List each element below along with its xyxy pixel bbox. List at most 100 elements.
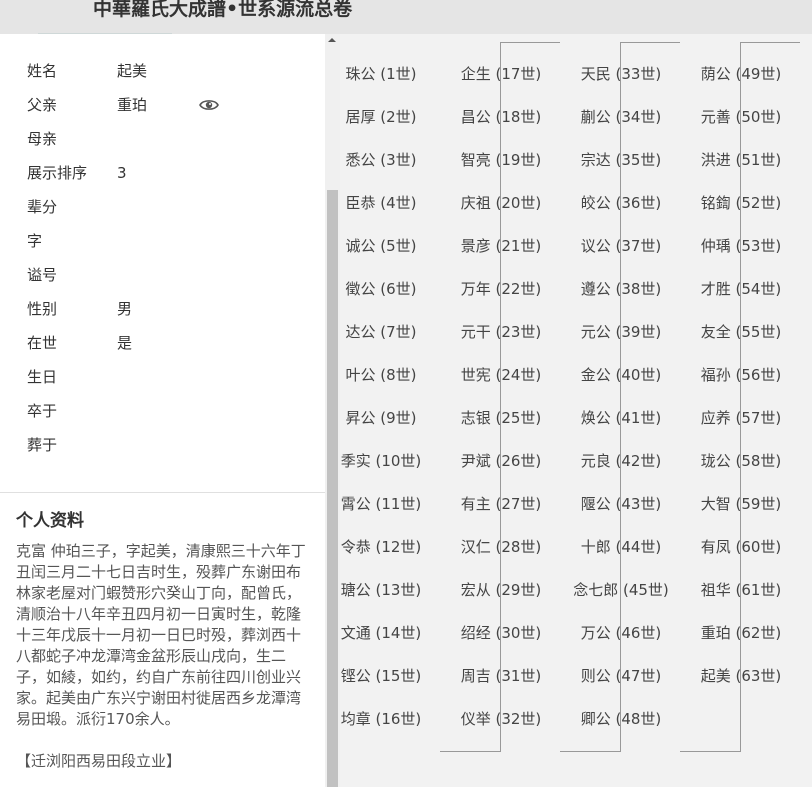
generation-item[interactable]: 有凤 (60世) (681, 536, 801, 558)
generation-item[interactable]: 起美 (63世) (681, 665, 801, 687)
generation-item[interactable]: 宗达 (35世) (561, 149, 681, 171)
generation-item[interactable]: 霄公 (11世) (321, 493, 441, 515)
generation-item[interactable]: 金公 (40世) (561, 364, 681, 386)
generation-item[interactable]: 友全 (55世) (681, 321, 801, 343)
info-label: 母亲 (27, 130, 58, 148)
generation-item[interactable]: 大智 (59世) (681, 493, 801, 515)
info-label: 谥号 (27, 266, 58, 284)
info-label: 辈分 (27, 198, 58, 216)
info-row: 姓名 起美 (27, 60, 317, 82)
generation-item[interactable]: 则公 (47世) (561, 665, 681, 687)
generation-item[interactable]: 议公 (37世) (561, 235, 681, 257)
generation-item[interactable]: 铿公 (15世) (321, 665, 441, 687)
info-label: 性别 (27, 300, 58, 318)
bio-title: 个人资料 (16, 511, 84, 531)
bio-note: 【迁浏阳西易田段立业】 (16, 752, 182, 770)
info-value: 起美 (117, 62, 148, 80)
info-label: 葬于 (27, 436, 58, 454)
generation-item[interactable]: 仲瑀 (53世) (681, 235, 801, 257)
generation-item[interactable]: 周吉 (31世) (441, 665, 561, 687)
generation-item[interactable]: 世宪 (24世) (441, 364, 561, 386)
generation-item[interactable]: 臣恭 (4世) (321, 192, 441, 214)
generation-item[interactable]: 绍经 (30世) (441, 622, 561, 644)
info-row: 父亲 重珀 (27, 94, 317, 116)
connector-line (560, 751, 621, 752)
info-label: 生日 (27, 368, 58, 386)
generation-item[interactable]: 悉公 (3世) (321, 149, 441, 171)
info-row: 字 (27, 230, 317, 252)
generation-item[interactable]: 汉仁 (28世) (441, 536, 561, 558)
info-row: 生日 (27, 366, 317, 388)
info-row: 葬于 (27, 434, 317, 456)
generation-item[interactable]: 天民 (33世) (561, 63, 681, 85)
generation-item[interactable]: 文通 (14世) (321, 622, 441, 644)
generation-item[interactable]: 珑公 (58世) (681, 450, 801, 472)
info-label: 展示排序 (27, 164, 88, 182)
generation-item[interactable]: 才胜 (54世) (681, 278, 801, 300)
generation-item[interactable]: 万公 (46世) (561, 622, 681, 644)
generation-item[interactable]: 十郎 (44世) (561, 536, 681, 558)
generation-item[interactable]: 智亮 (19世) (441, 149, 561, 171)
generation-item[interactable]: 荫公 (49世) (681, 63, 801, 85)
info-value: 3 (117, 164, 127, 182)
generation-item[interactable]: 志银 (25世) (441, 407, 561, 429)
generation-item[interactable]: 尹斌 (26世) (441, 450, 561, 472)
generation-item[interactable]: 达公 (7世) (321, 321, 441, 343)
generation-item[interactable]: 隁公 (43世) (561, 493, 681, 515)
generation-item[interactable]: 仪举 (32世) (441, 708, 561, 730)
generation-item[interactable]: 卿公 (48世) (561, 708, 681, 730)
generation-item[interactable]: 企生 (17世) (441, 63, 561, 85)
section-divider (0, 492, 325, 493)
info-value: 男 (117, 300, 133, 318)
generation-item[interactable]: 应养 (57世) (681, 407, 801, 429)
generation-item[interactable]: 均章 (16世) (321, 708, 441, 730)
generation-item[interactable]: 诚公 (5世) (321, 235, 441, 257)
info-row: 辈分 (27, 196, 317, 218)
generation-lineage-panel: 珠公 (1世) 居厚 (2世) 悉公 (3世) 臣恭 (4世) 诚公 (5世) 徵公 (6… (340, 34, 812, 787)
generation-item[interactable]: 元善 (50世) (681, 106, 801, 128)
generation-item[interactable]: 元良 (42世) (561, 450, 681, 472)
site-title: 中華羅氏大成譜•世系源流总卷 (93, 0, 353, 20)
connector-line (680, 751, 741, 752)
generation-item[interactable]: 元公 (39世) (561, 321, 681, 343)
info-label: 在世 (27, 334, 58, 352)
info-value: 是 (117, 334, 133, 352)
generation-item[interactable]: 重珀 (62世) (681, 622, 801, 644)
info-row: 卒于 (27, 400, 317, 422)
generation-item[interactable]: 庆祖 (20世) (441, 192, 561, 214)
scroll-up-arrow-icon[interactable] (328, 38, 336, 42)
generation-item[interactable]: 皎公 (36世) (561, 192, 681, 214)
eye-icon[interactable] (199, 98, 219, 112)
info-row: 性别 男 (27, 298, 317, 320)
generation-item[interactable]: 铭鍧 (52世) (681, 192, 801, 214)
generation-item[interactable]: 福孙 (56世) (681, 364, 801, 386)
info-label: 姓名 (27, 62, 58, 80)
generation-item[interactable]: 徵公 (6世) (321, 278, 441, 300)
bio-text: 克富 仲珀三子，字起美，清康熙三十六年丁丑闰三月二十七日吉时生，殁葬广东谢田布林… (16, 542, 306, 728)
generation-item[interactable]: 焕公 (41世) (561, 407, 681, 429)
person-detail-panel: 姓名 起美父亲 重珀母亲展示排序 3 辈分字谥号性别 男在世 是生日卒于葬于 个人资料 克富… (0, 34, 325, 787)
generation-item[interactable]: 瑭公 (13世) (321, 579, 441, 601)
generation-item[interactable]: 景彦 (21世) (441, 235, 561, 257)
generation-item[interactable]: 遵公 (38世) (561, 278, 681, 300)
generation-item[interactable]: 昌公 (18世) (441, 106, 561, 128)
info-label: 父亲 (27, 96, 58, 114)
generation-item[interactable]: 万年 (22世) (441, 278, 561, 300)
generation-item[interactable]: 令恭 (12世) (321, 536, 441, 558)
generation-item[interactable]: 季实 (10世) (321, 450, 441, 472)
generation-item[interactable]: 居厚 (2世) (321, 106, 441, 128)
info-label: 卒于 (27, 402, 58, 420)
info-row: 母亲 (27, 128, 317, 150)
info-value: 重珀 (117, 96, 148, 114)
generation-item[interactable]: 祖华 (61世) (681, 579, 801, 601)
generation-item[interactable]: 宏从 (29世) (441, 579, 561, 601)
generation-item[interactable]: 有主 (27世) (441, 493, 561, 515)
generation-item[interactable]: 念七郎 (45世) (561, 579, 681, 601)
generation-item[interactable]: 元干 (23世) (441, 321, 561, 343)
generation-item[interactable]: 洪进 (51世) (681, 149, 801, 171)
generation-item[interactable]: 蒯公 (34世) (561, 106, 681, 128)
generation-item[interactable]: 昇公 (9世) (321, 407, 441, 429)
generation-item[interactable]: 珠公 (1世) (321, 63, 441, 85)
info-row: 谥号 (27, 264, 317, 286)
generation-item[interactable]: 叶公 (8世) (321, 364, 441, 386)
